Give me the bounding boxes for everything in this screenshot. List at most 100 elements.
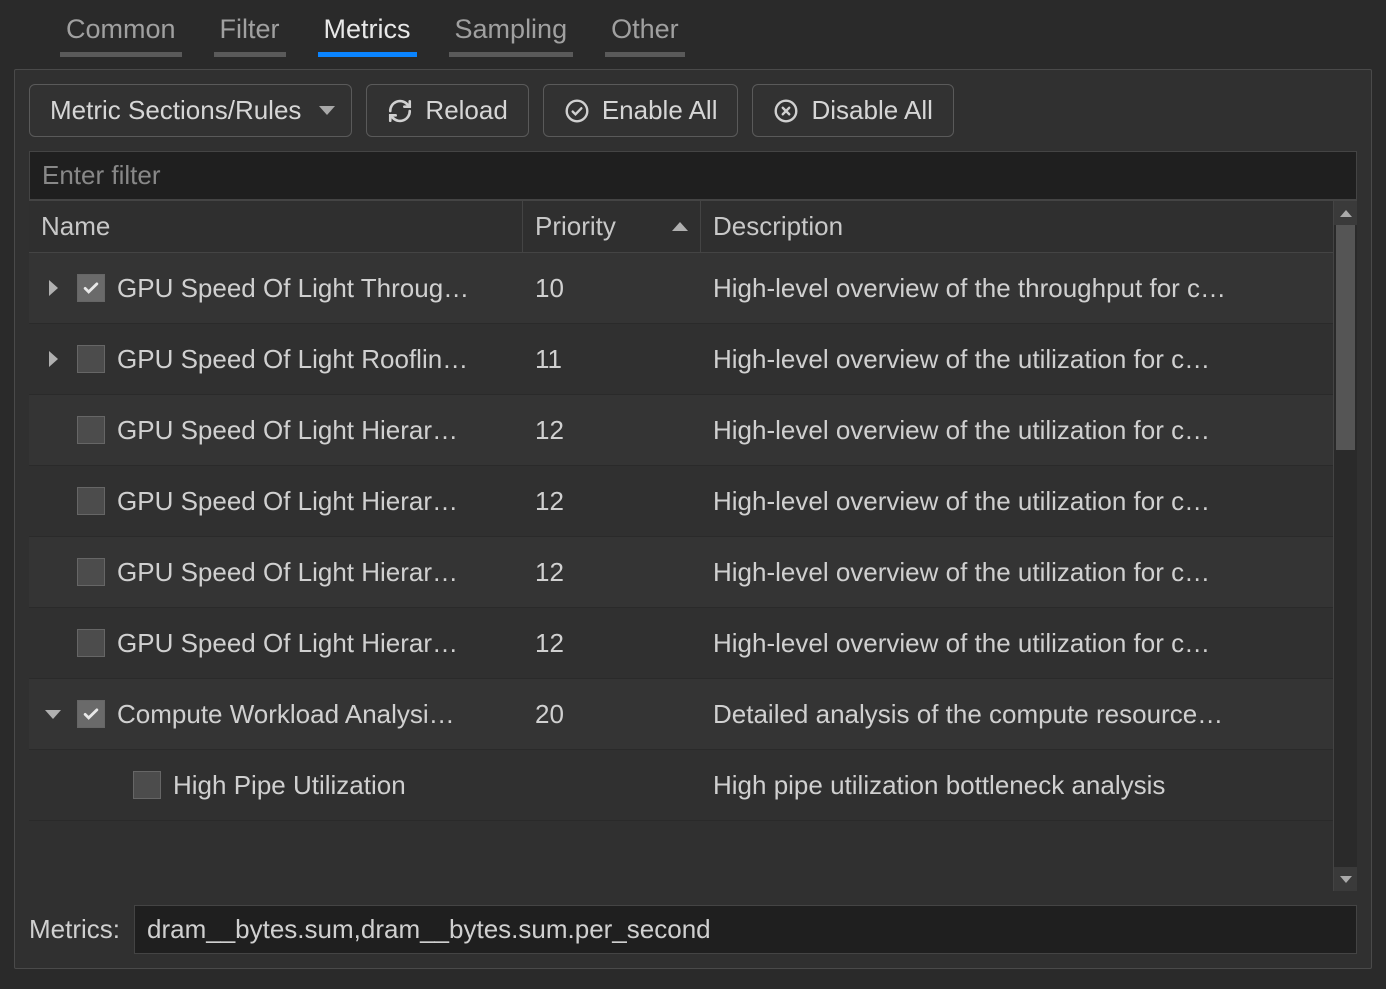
cell-name: GPU Speed Of Light Hierar… — [29, 557, 523, 588]
row-name-label: Compute Workload Analysi… — [117, 699, 511, 730]
cell-description: High pipe utilization bottleneck analysi… — [701, 770, 1333, 801]
expander[interactable] — [41, 710, 65, 719]
cell-priority: 11 — [523, 344, 701, 375]
chevron-up-icon — [1340, 210, 1352, 217]
sort-ascending-icon — [672, 222, 688, 231]
row-name-label: GPU Speed Of Light Hierar… — [117, 557, 511, 588]
button-label: Reload — [425, 95, 507, 126]
metrics-label: Metrics: — [29, 914, 120, 945]
column-header-name[interactable]: Name — [29, 201, 523, 252]
table-row[interactable]: GPU Speed Of Light Hierar… 12High-level o… — [29, 537, 1333, 608]
tab-filter[interactable]: Filter — [214, 10, 286, 55]
tab-bar: Common Filter Metrics Sampling Other — [0, 0, 1386, 55]
table-row[interactable]: GPU Speed Of Light Rooflin… 11High-level … — [29, 324, 1333, 395]
tab-underline — [60, 52, 182, 57]
cell-name: GPU Speed Of Light Hierar… — [29, 415, 523, 446]
cell-name: GPU Speed Of Light Throug… — [29, 273, 523, 304]
table-row[interactable]: GPU Speed Of Light Hierar… 12High-level o… — [29, 395, 1333, 466]
tab-label: Filter — [220, 14, 280, 44]
table-row[interactable]: GPU Speed Of Light Hierar… 12High-level o… — [29, 608, 1333, 679]
table-row[interactable]: High Pipe Utilization High pipe utilizati… — [29, 750, 1333, 821]
check-circle-icon — [564, 98, 590, 124]
chevron-right-icon — [49, 280, 58, 296]
cell-priority: 12 — [523, 557, 701, 588]
filter-input[interactable] — [29, 151, 1357, 200]
checkbox[interactable] — [77, 629, 105, 657]
sections-dropdown[interactable]: Metric Sections/Rules — [29, 84, 352, 137]
enable-all-button[interactable]: Enable All — [543, 84, 739, 137]
row-name-label: GPU Speed Of Light Hierar… — [117, 415, 511, 446]
column-label: Description — [713, 211, 843, 242]
cell-priority: 12 — [523, 628, 701, 659]
cell-priority: 12 — [523, 415, 701, 446]
check-icon — [81, 278, 101, 298]
expander[interactable] — [41, 280, 65, 296]
column-label: Priority — [535, 211, 616, 242]
checkbox[interactable] — [77, 558, 105, 586]
chevron-down-icon — [45, 710, 61, 719]
row-name-label: GPU Speed Of Light Throug… — [117, 273, 511, 304]
scroll-up-button[interactable] — [1334, 201, 1357, 225]
tab-sampling[interactable]: Sampling — [449, 10, 574, 55]
checkbox[interactable] — [77, 416, 105, 444]
table-row[interactable]: GPU Speed Of Light Throug… 10High-level o… — [29, 253, 1333, 324]
check-icon — [81, 704, 101, 724]
tab-label: Other — [611, 14, 679, 44]
scrollbar[interactable] — [1333, 201, 1357, 891]
cell-priority: 20 — [523, 699, 701, 730]
cell-description: High-level overview of the utilization f… — [701, 486, 1333, 517]
tab-label: Common — [66, 14, 176, 44]
tab-underline — [449, 52, 574, 57]
chevron-down-icon — [319, 106, 335, 115]
tab-underline — [214, 52, 286, 57]
row-name-label: High Pipe Utilization — [173, 770, 511, 801]
chevron-down-icon — [1340, 876, 1352, 883]
cell-name: High Pipe Utilization — [29, 770, 523, 801]
scroll-down-button[interactable] — [1334, 867, 1357, 891]
chevron-right-icon — [49, 351, 58, 367]
cell-description: High-level overview of the utilization f… — [701, 557, 1333, 588]
row-name-label: GPU Speed Of Light Hierar… — [117, 628, 511, 659]
scroll-thumb[interactable] — [1336, 225, 1355, 450]
expander[interactable] — [41, 351, 65, 367]
cell-name: GPU Speed Of Light Rooflin… — [29, 344, 523, 375]
row-name-label: GPU Speed Of Light Hierar… — [117, 486, 511, 517]
tab-underline — [318, 52, 417, 57]
column-header-description[interactable]: Description — [701, 201, 1333, 252]
row-name-label: GPU Speed Of Light Rooflin… — [117, 344, 511, 375]
table-row[interactable]: GPU Speed Of Light Hierar…12High-level o… — [29, 466, 1333, 537]
checkbox[interactable] — [77, 487, 105, 515]
cell-name: Compute Workload Analysi… — [29, 699, 523, 730]
reload-icon — [387, 98, 413, 124]
button-label: Disable All — [811, 95, 932, 126]
tab-metrics[interactable]: Metrics — [318, 10, 417, 55]
cell-priority: 10 — [523, 273, 701, 304]
tab-common[interactable]: Common — [60, 10, 182, 55]
tab-label: Metrics — [324, 14, 411, 44]
column-header-priority[interactable]: Priority — [523, 201, 701, 252]
checkbox[interactable] — [133, 771, 161, 799]
checkbox[interactable] — [77, 345, 105, 373]
column-label: Name — [41, 211, 110, 242]
metrics-table: Name Priority Description GPU Speed Of L… — [29, 200, 1357, 891]
metrics-footer: Metrics: — [29, 905, 1357, 954]
tab-other[interactable]: Other — [605, 10, 685, 55]
cell-description: High-level overview of the utilization f… — [701, 628, 1333, 659]
checkbox[interactable] — [77, 274, 105, 302]
button-label: Enable All — [602, 95, 718, 126]
table-body: GPU Speed Of Light Throug…10High-level o… — [29, 253, 1333, 891]
x-circle-icon — [773, 98, 799, 124]
metrics-input[interactable] — [134, 905, 1357, 954]
tab-underline — [605, 52, 685, 57]
cell-description: High-level overview of the utilization f… — [701, 344, 1333, 375]
dropdown-label: Metric Sections/Rules — [50, 95, 301, 126]
disable-all-button[interactable]: Disable All — [752, 84, 953, 137]
cell-description: High-level overview of the utilization f… — [701, 415, 1333, 446]
cell-description: High-level overview of the throughput fo… — [701, 273, 1333, 304]
reload-button[interactable]: Reload — [366, 84, 528, 137]
tab-label: Sampling — [455, 14, 568, 44]
table-row[interactable]: Compute Workload Analysi…20Detailed anal… — [29, 679, 1333, 750]
metrics-panel: Metric Sections/Rules Reload En — [14, 69, 1372, 969]
scroll-track[interactable] — [1334, 225, 1357, 867]
checkbox[interactable] — [77, 700, 105, 728]
